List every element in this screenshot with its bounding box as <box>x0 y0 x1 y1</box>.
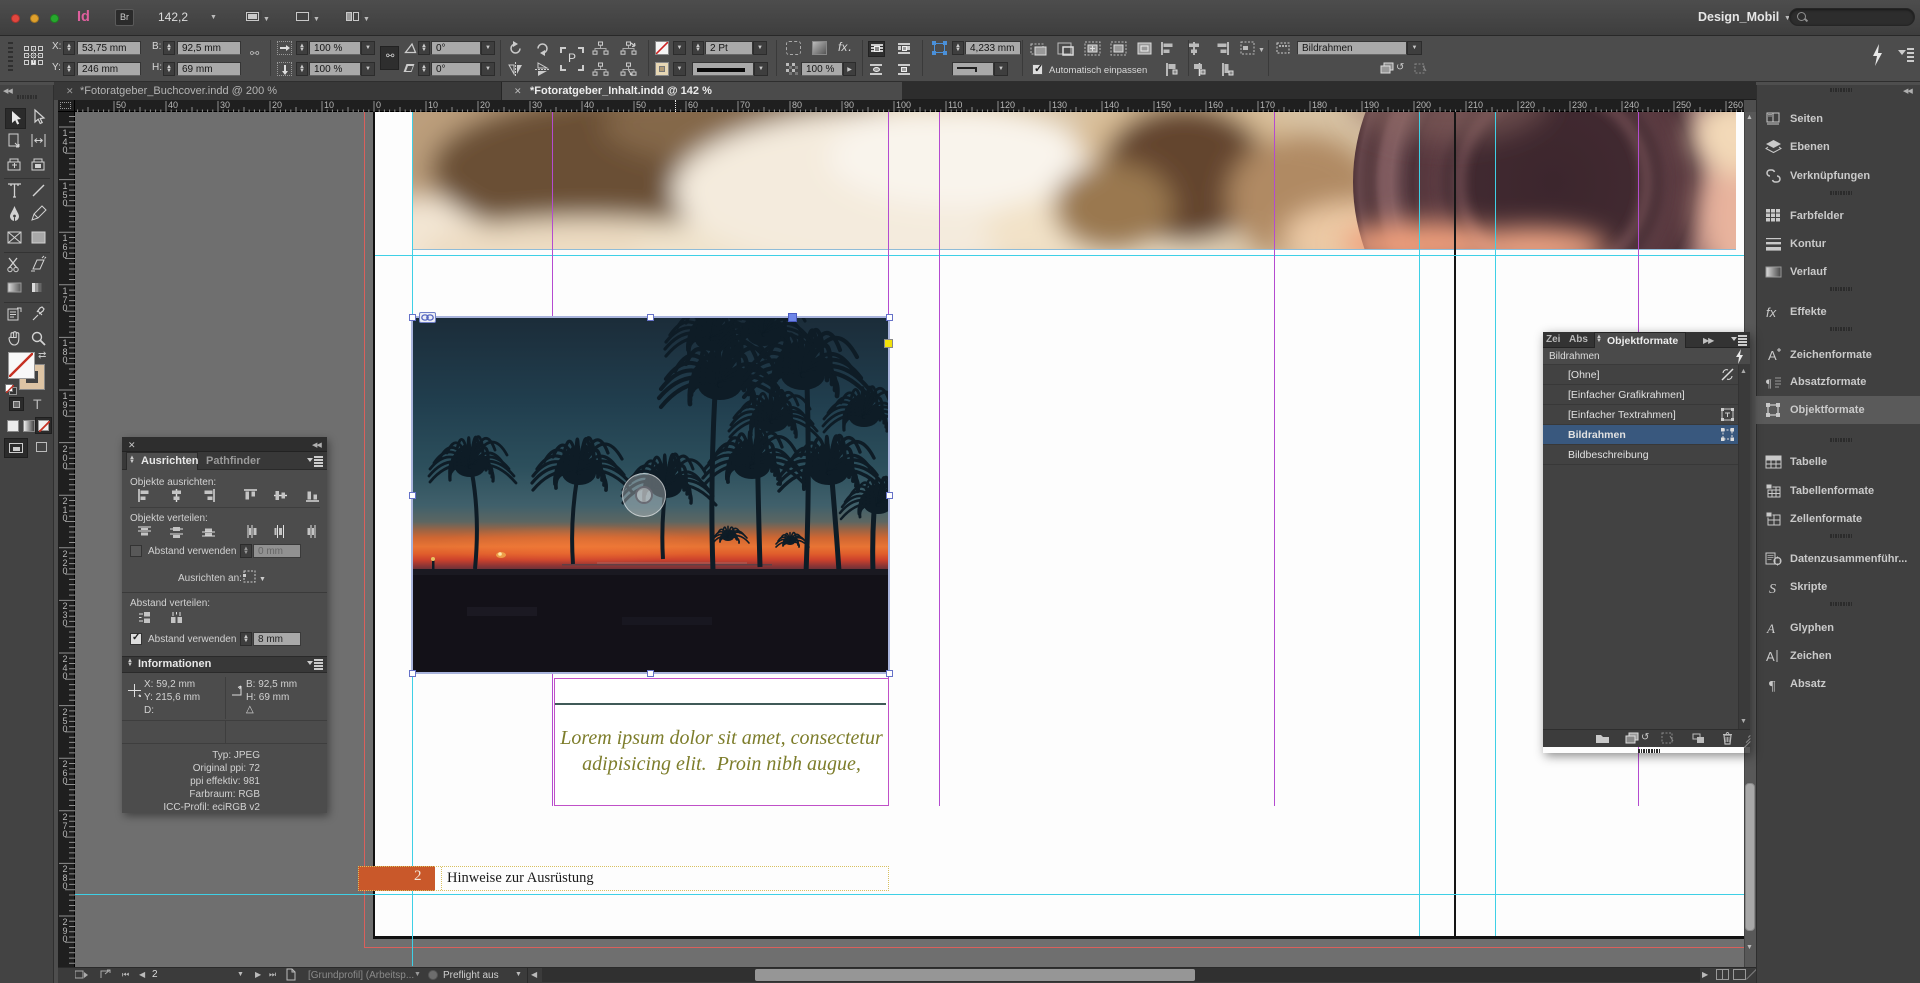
svg-text:fx: fx <box>1766 305 1777 320</box>
svg-text:¶: ¶ <box>1766 376 1772 390</box>
svg-text:A: A <box>1768 348 1777 363</box>
svg-text:S: S <box>1769 582 1776 595</box>
svg-text:A: A <box>1766 649 1775 664</box>
svg-text:¶: ¶ <box>1769 679 1776 692</box>
svg-text:A: A <box>1766 621 1775 636</box>
